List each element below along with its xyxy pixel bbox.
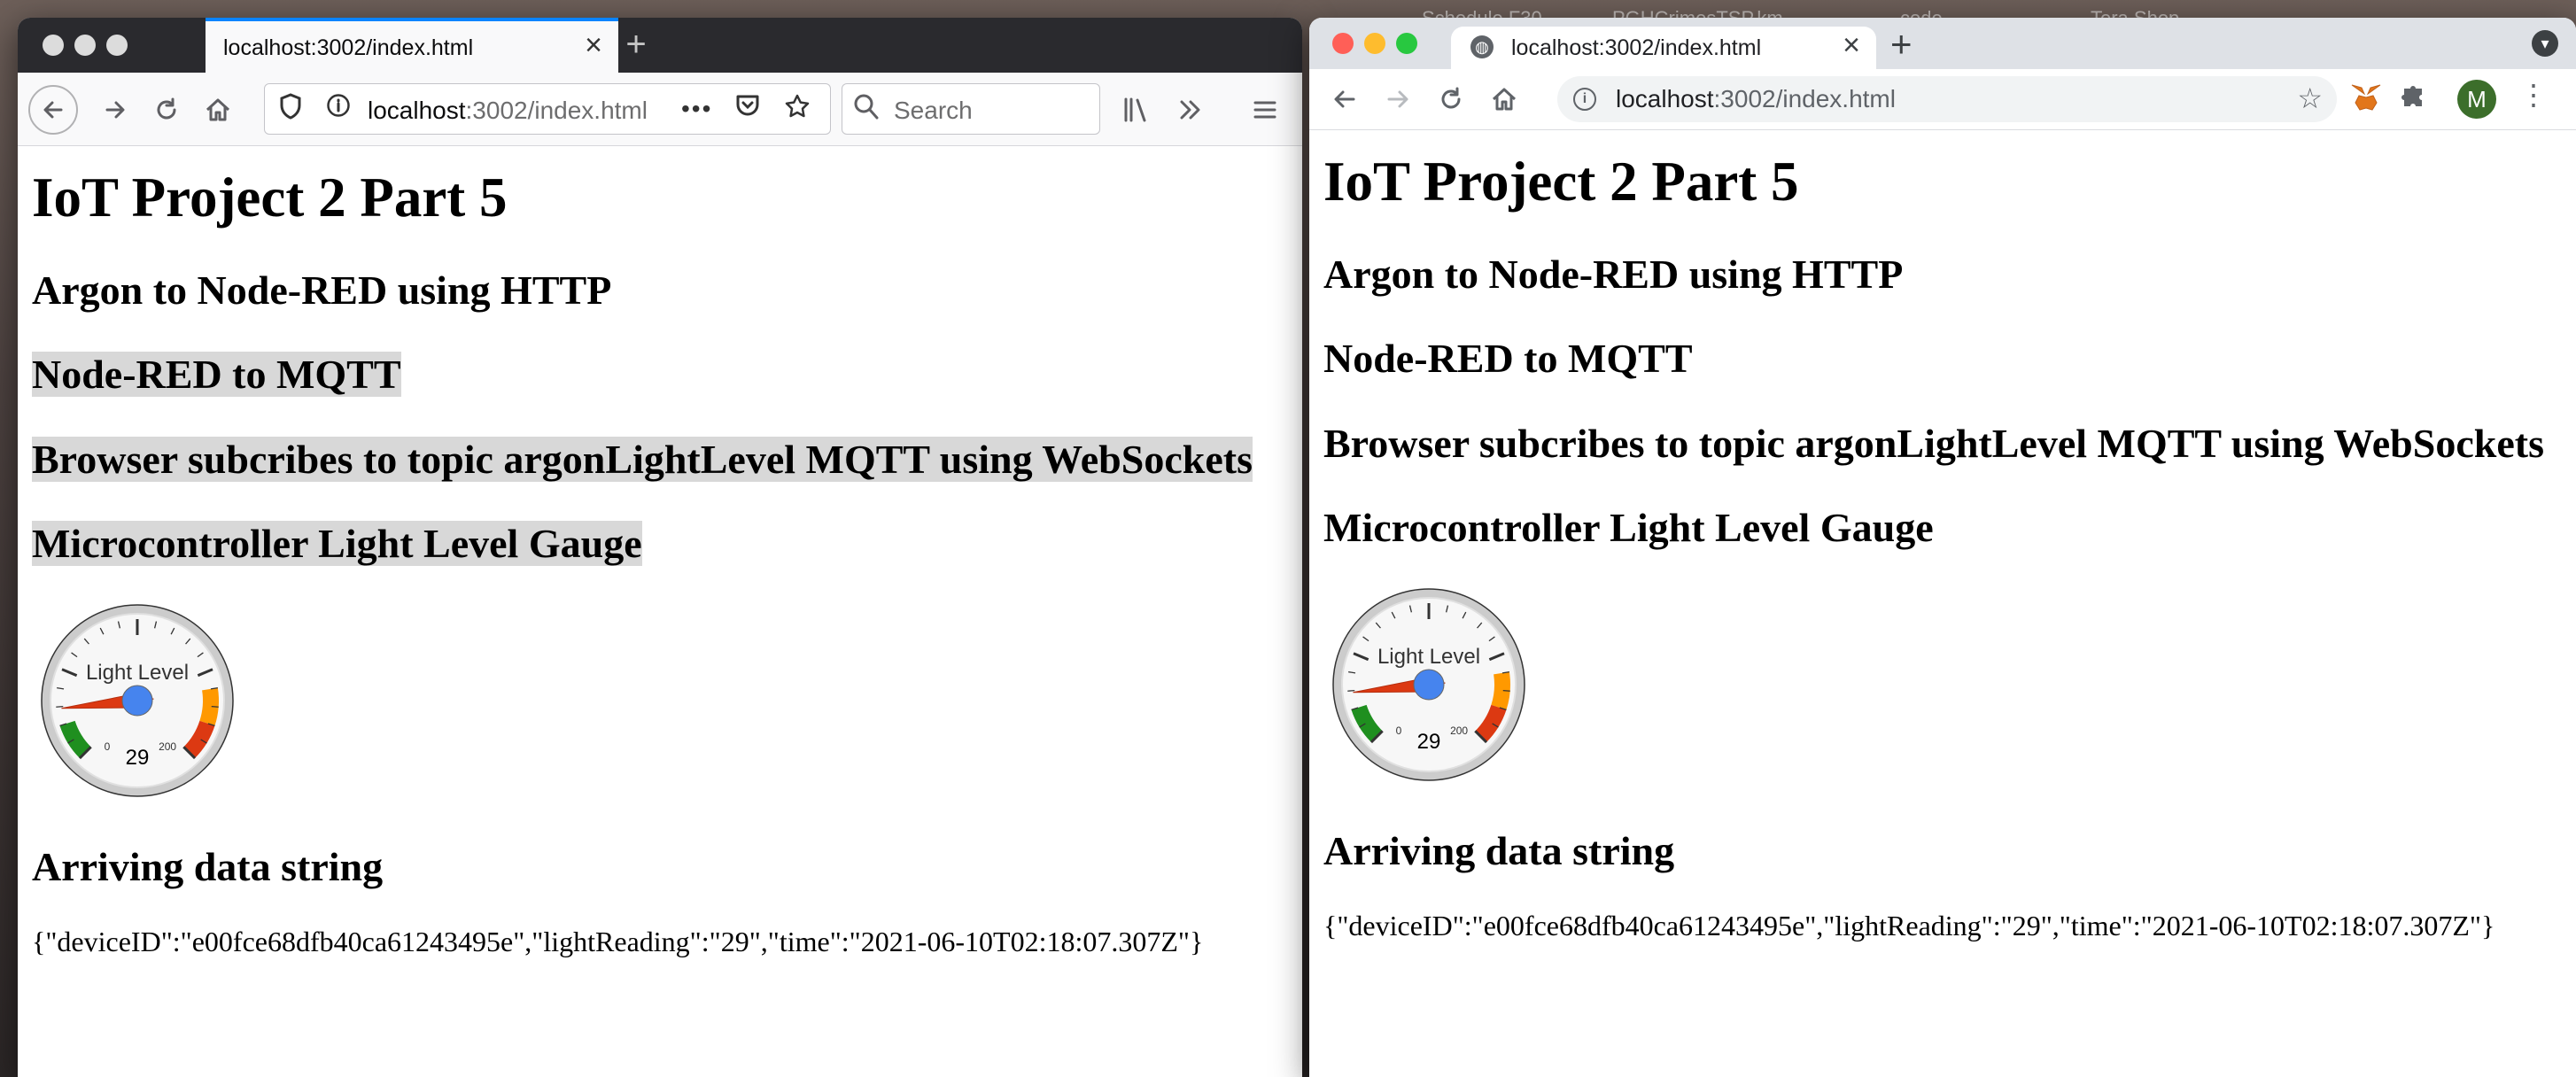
close-tab-icon[interactable]: × — [1843, 28, 1860, 63]
gauge-value-label: 29 — [1417, 730, 1441, 754]
home-icon — [1492, 88, 1517, 111]
tab-title: localhost:3002/index.html — [223, 35, 474, 60]
reload-button[interactable] — [1430, 78, 1472, 120]
gauge-needle-hub — [1413, 669, 1445, 701]
heading-http: Argon to Node-RED using HTTP — [32, 267, 612, 314]
library-icon — [1124, 97, 1146, 122]
tab-localhost[interactable]: localhost:3002/index.html × — [206, 18, 618, 73]
shield-icon[interactable] — [275, 93, 306, 125]
new-tab-button[interactable]: + — [1890, 23, 1913, 66]
data-string: {"deviceID":"e00fce68dfb40ca61243495e","… — [32, 925, 1204, 957]
gauge-needle-hub — [121, 685, 153, 717]
home-icon — [206, 98, 230, 121]
page-content: IoT Project 2 Part 5 Argon to Node-RED u… — [1309, 130, 2576, 1077]
search-input[interactable]: Search — [842, 83, 1100, 135]
profile-avatar[interactable]: M — [2457, 80, 2496, 119]
page-actions-icon[interactable]: ••• — [681, 93, 711, 125]
minimize-window-button[interactable] — [1364, 33, 1385, 54]
heading-websockets: Browser subcribes to topic argonLightLev… — [32, 436, 1253, 482]
close-window-button[interactable] — [1332, 33, 1354, 54]
heading-websockets: Browser subcribes to topic argonLightLev… — [1323, 420, 2544, 466]
close-tab-icon[interactable]: × — [585, 30, 602, 60]
url-bar[interactable]: i localhost:3002/index.html ☆ — [1557, 76, 2337, 122]
hamburger-menu-button[interactable] — [1244, 89, 1286, 131]
gauge-min-label: 0 — [105, 740, 111, 753]
heading-gauge: Microcontroller Light Level Gauge — [32, 520, 642, 566]
page-content: IoT Project 2 Part 5 Argon to Node-RED u… — [18, 146, 1302, 1077]
forward-button[interactable] — [1377, 78, 1419, 120]
back-button[interactable] — [28, 85, 78, 135]
arrow-left-icon — [1334, 90, 1355, 108]
arrow-left-icon — [43, 101, 63, 119]
firefox-window: localhost:3002/index.html × + localhost:… — [18, 18, 1302, 1077]
kebab-menu-icon[interactable]: ⋮ — [2519, 78, 2548, 112]
url-bar[interactable]: localhost:3002/index.html ••• — [264, 83, 831, 135]
firefox-toolbar: localhost:3002/index.html ••• Search — [18, 73, 1302, 146]
url-text: localhost:3002/index.html — [1616, 85, 1896, 112]
gauge-minor-tick — [56, 705, 64, 708]
data-string: {"deviceID":"e00fce68dfb40ca61243495e","… — [1323, 909, 2495, 941]
extensions-puzzle-icon[interactable] — [2395, 80, 2432, 117]
chrome-window: ◍ localhost:3002/index.html × + ▾ i loca… — [1309, 18, 2576, 1077]
arrow-right-icon — [1387, 90, 1408, 108]
gauge-max-label: 200 — [1450, 724, 1468, 737]
heading-mqtt: Node-RED to MQTT — [1323, 336, 1693, 382]
tab-title: localhost:3002/index.html — [1511, 35, 1762, 60]
page-title: IoT Project 2 Part 5 — [1323, 151, 1799, 213]
minimize-window-button[interactable] — [74, 35, 96, 56]
heading-data-string: Arriving data string — [32, 843, 384, 889]
reload-icon — [157, 97, 176, 120]
globe-icon: ◍ — [1470, 35, 1494, 58]
bookmark-star-icon[interactable]: ☆ — [2297, 81, 2323, 115]
arrow-right-icon — [105, 101, 125, 119]
double-chevron-right-icon — [1180, 100, 1200, 120]
metamask-fox-icon[interactable] — [2347, 80, 2385, 117]
gauge-label: Light Level — [1377, 645, 1480, 669]
heading-http: Argon to Node-RED using HTTP — [1323, 252, 1904, 298]
search-placeholder: Search — [894, 97, 973, 124]
back-button[interactable] — [1323, 78, 1366, 120]
hamburger-icon — [1253, 101, 1276, 119]
gauge-max-label: 200 — [159, 740, 176, 753]
bookmark-star-icon[interactable] — [782, 93, 812, 125]
site-info-icon[interactable]: i — [1573, 88, 1596, 111]
gauge-label: Light Level — [86, 661, 189, 685]
library-button[interactable] — [1116, 89, 1159, 131]
reload-icon — [1441, 87, 1461, 109]
close-window-button[interactable] — [43, 35, 64, 56]
forward-button[interactable] — [94, 89, 136, 131]
tab-search-icon[interactable]: ▾ — [2532, 30, 2558, 57]
heading-mqtt: Node-RED to MQTT — [32, 352, 401, 398]
gauge-minor-tick — [1347, 689, 1355, 692]
reload-button[interactable] — [145, 89, 188, 131]
light-level-gauge: Light Level 0 200 29 — [1332, 587, 1525, 781]
url-text: localhost:3002/index.html — [368, 97, 648, 124]
firefox-tab-bar: localhost:3002/index.html × + — [18, 18, 1302, 73]
site-info-icon[interactable] — [323, 93, 353, 125]
home-button[interactable] — [1483, 78, 1525, 120]
pocket-icon[interactable] — [733, 93, 763, 125]
light-level-gauge: Light Level 0 200 29 — [41, 603, 234, 797]
gauge-min-label: 0 — [1396, 724, 1402, 737]
page-title: IoT Project 2 Part 5 — [32, 167, 508, 229]
chrome-toolbar: i localhost:3002/index.html ☆ M ⋮ — [1309, 69, 2576, 130]
gauge-value-label: 29 — [126, 746, 150, 770]
tab-localhost[interactable]: ◍ localhost:3002/index.html × — [1451, 27, 1876, 69]
zoom-window-button[interactable] — [1396, 33, 1417, 54]
chrome-tab-bar: ◍ localhost:3002/index.html × + ▾ — [1309, 18, 2576, 69]
search-icon — [853, 93, 880, 128]
overflow-menu-button[interactable] — [1169, 89, 1212, 131]
home-button[interactable] — [197, 89, 239, 131]
gauge-minor-tick — [211, 705, 219, 708]
heading-data-string: Arriving data string — [1323, 827, 1675, 873]
heading-gauge: Microcontroller Light Level Gauge — [1323, 504, 1934, 550]
new-tab-button[interactable]: + — [611, 25, 661, 66]
zoom-window-button[interactable] — [106, 35, 128, 56]
gauge-minor-tick — [1502, 689, 1510, 692]
